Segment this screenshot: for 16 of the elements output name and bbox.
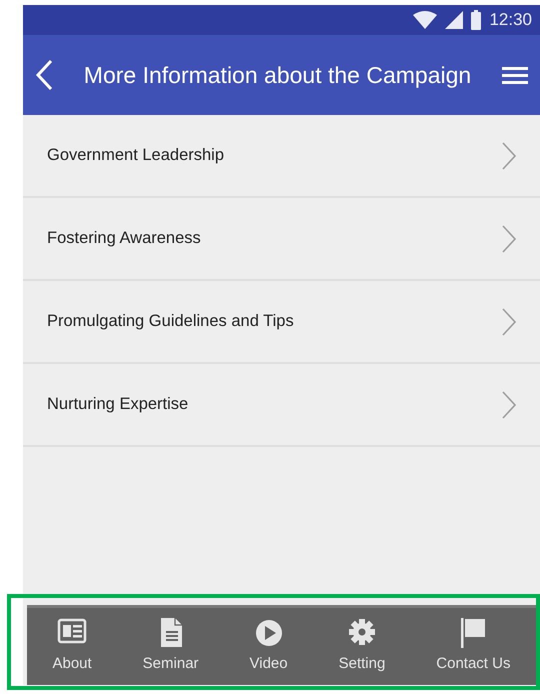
tab-button[interactable]: Setting (334, 615, 390, 678)
chevron-icon (502, 308, 516, 336)
tab-button[interactable]: About (48, 615, 96, 678)
menu-icon (502, 66, 528, 84)
chevron-icon (502, 224, 516, 252)
battery-icon (471, 10, 482, 30)
chevron-icon (502, 142, 516, 170)
wifi-icon (413, 11, 438, 29)
chevron-icon (502, 390, 516, 418)
screen-title: More Information about the Campaign (82, 60, 472, 90)
tab-button[interactable]: Seminar (138, 615, 203, 678)
tab-button[interactable]: Video (246, 615, 292, 678)
tab-button[interactable]: Contact Us (432, 615, 514, 678)
status-time: 12:30 (489, 9, 532, 32)
signal-icon (445, 11, 464, 29)
back-icon (35, 59, 53, 91)
